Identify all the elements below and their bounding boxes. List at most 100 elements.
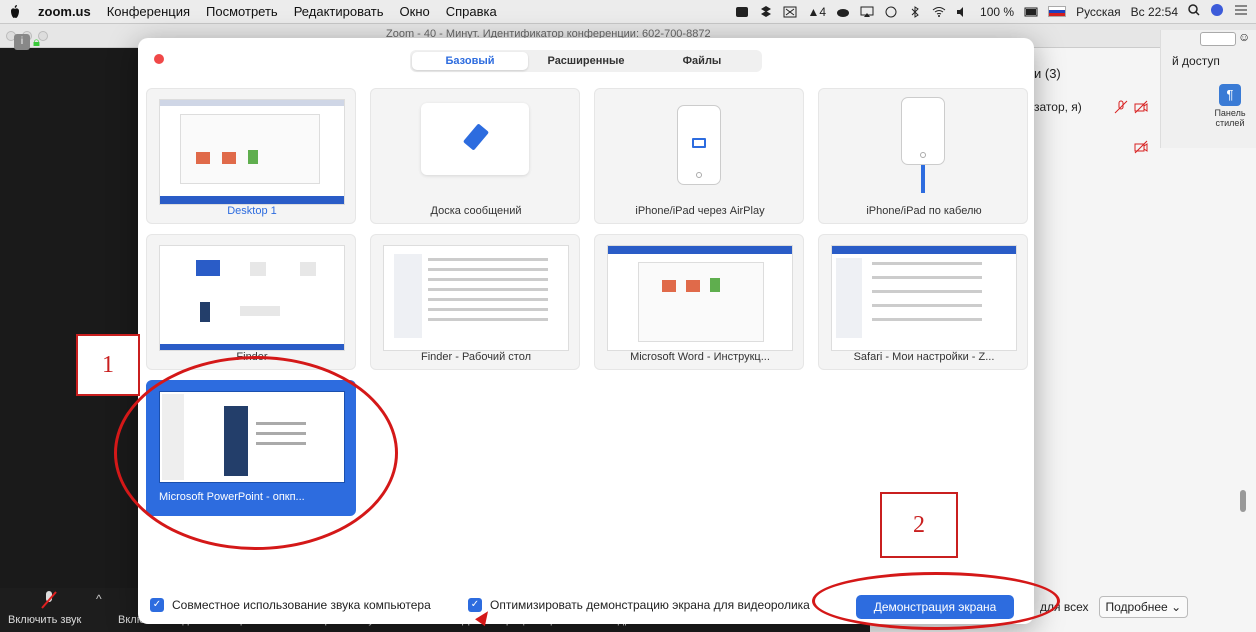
tab-advanced[interactable]: Расширенные <box>528 52 644 70</box>
thumb-row <box>872 304 982 307</box>
tile-label: Доска сообщений <box>430 205 522 217</box>
tab-files[interactable]: Файлы <box>644 52 760 70</box>
menu-conference[interactable]: Конференция <box>107 4 190 19</box>
optimize-video-checkbox[interactable]: ✓ Оптимизировать демонстрацию экрана для… <box>468 598 810 612</box>
styles-panel-label: Панель стилей <box>1214 108 1246 128</box>
annotation-ellipse-powerpoint <box>114 356 398 550</box>
share-tile-desktop[interactable]: Desktop 1 <box>146 88 356 224</box>
chevron-up-icon[interactable]: ^ <box>96 592 102 606</box>
tab-basic[interactable]: Базовый <box>412 52 528 70</box>
thumb-ribbon <box>608 246 792 254</box>
share-tile-finder-desktop[interactable]: Finder - Рабочий стол <box>370 234 580 370</box>
home-button-icon <box>696 172 702 178</box>
lock-icon[interactable]: 🔒︎ <box>33 34 45 50</box>
menu-app-zoom[interactable]: zoom.us <box>38 4 91 19</box>
shared-access-label[interactable]: й доступ <box>1172 54 1220 68</box>
iphone-cable-icon <box>901 97 945 165</box>
thumb-row <box>428 258 548 261</box>
share-tile-word[interactable]: Microsoft Word - Инструкц... <box>594 234 804 370</box>
thumb-row <box>872 276 982 279</box>
notification-center-icon[interactable] <box>1234 4 1248 19</box>
thumb-dock <box>160 344 344 350</box>
optimize-video-label: Оптимизировать демонстрацию экрана для в… <box>490 598 810 612</box>
battery-percent: 100 % <box>980 4 1015 19</box>
apple-icon[interactable] <box>8 4 22 19</box>
finder-thumbnail <box>159 245 345 351</box>
share-sound-label: Совместное использование звука компьютер… <box>172 598 431 612</box>
share-tile-whiteboard[interactable]: Доска сообщений <box>370 88 580 224</box>
thumb-icon <box>662 280 676 292</box>
thumb-menubar <box>160 100 344 106</box>
thumb-dock <box>160 196 344 204</box>
dropbox-icon[interactable] <box>759 5 773 18</box>
desktop-thumbnail <box>159 99 345 205</box>
tile-label: Desktop 1 <box>227 205 277 217</box>
battery-icon[interactable] <box>1024 6 1038 18</box>
camera-off-icon[interactable] <box>1134 100 1150 116</box>
thumb-icon <box>240 306 280 316</box>
wifi-icon[interactable] <box>932 6 946 18</box>
airplay-icon <box>692 138 706 148</box>
share-sound-checkbox[interactable]: ✓ Совместное использование звука компьют… <box>150 598 431 612</box>
iphone-airplay-icon <box>677 105 721 185</box>
smile-icon[interactable]: ☺ <box>1238 30 1250 44</box>
chevron-down-icon: ⌄ <box>1171 600 1182 614</box>
chat-controls: для всех Подробнее ⌄ <box>1040 596 1189 618</box>
close-dialog-button[interactable] <box>154 54 164 64</box>
participant-name[interactable]: затор, я) <box>1034 100 1082 114</box>
checkbox-checked-icon: ✓ <box>468 598 482 612</box>
chat-more-button[interactable]: Подробнее ⌄ <box>1098 596 1189 618</box>
thumb-icon <box>196 260 220 276</box>
bluetooth-icon[interactable] <box>908 5 922 18</box>
volume-icon[interactable] <box>956 6 970 18</box>
thumb-sidebar <box>394 254 422 338</box>
russian-flag-icon <box>1048 6 1067 17</box>
mic-muted-icon[interactable] <box>1114 100 1130 116</box>
annotation-ellipse-share-button <box>812 572 1060 630</box>
annotation-label-2: 2 <box>880 492 958 558</box>
thumb-row <box>872 262 982 265</box>
thumb-row <box>428 298 548 301</box>
tile-label: iPhone/iPad по кабелю <box>866 205 982 217</box>
input-source[interactable]: Русская <box>1076 5 1121 19</box>
menu-edit[interactable]: Редактировать <box>294 4 384 19</box>
tray-badge-count[interactable]: ▲4 <box>807 5 826 19</box>
menu-window[interactable]: Окно <box>400 4 430 19</box>
info-icon[interactable]: i <box>14 34 30 50</box>
time-machine-icon[interactable] <box>884 6 898 18</box>
safari-thumbnail <box>831 245 1017 351</box>
cloud-icon[interactable] <box>836 6 850 18</box>
mic-muted-icon[interactable] <box>38 590 60 612</box>
adobe-icon: ▲ <box>807 4 820 19</box>
spotlight-search-icon[interactable] <box>1188 4 1200 19</box>
thumb-row <box>428 268 548 271</box>
ribbon-search-input[interactable] <box>1200 32 1236 46</box>
menu-help[interactable]: Справка <box>446 4 497 19</box>
camera-off-icon[interactable] <box>1134 140 1150 156</box>
thumb-icon <box>686 280 700 292</box>
styles-panel-button[interactable]: ¶ Панель стилей <box>1210 84 1250 142</box>
share-tile-safari[interactable]: Safari - Мои настройки - Z... <box>818 234 1028 370</box>
menubar-clock[interactable]: Вс 22:54 <box>1131 5 1178 19</box>
participants-title: и (3) <box>1034 66 1061 81</box>
annotation-label-1: 1 <box>76 334 140 396</box>
unmute-button[interactable]: Включить звук <box>8 614 81 626</box>
thumb-icon <box>222 152 236 164</box>
pen-icon <box>462 123 490 151</box>
zoom-tray-icon[interactable] <box>735 6 749 18</box>
thumb-row <box>428 288 548 291</box>
screenshot-icon[interactable] <box>783 6 797 18</box>
thumb-icon <box>300 262 316 276</box>
thumb-row <box>428 318 548 321</box>
home-button-icon <box>920 152 926 158</box>
share-tile-airplay[interactable]: iPhone/iPad через AirPlay <box>594 88 804 224</box>
thumb-icon <box>196 152 210 164</box>
share-tile-cable[interactable]: iPhone/iPad по кабелю <box>818 88 1028 224</box>
siri-icon[interactable] <box>1210 3 1224 20</box>
tile-label: Finder - Рабочий стол <box>420 351 531 363</box>
airplay-menu-icon[interactable] <box>860 6 874 18</box>
menu-view[interactable]: Посмотреть <box>206 4 278 19</box>
scrollbar-thumb[interactable] <box>1240 490 1246 512</box>
thumb-icon <box>250 262 266 276</box>
share-tile-finder[interactable]: Finder <box>146 234 356 370</box>
